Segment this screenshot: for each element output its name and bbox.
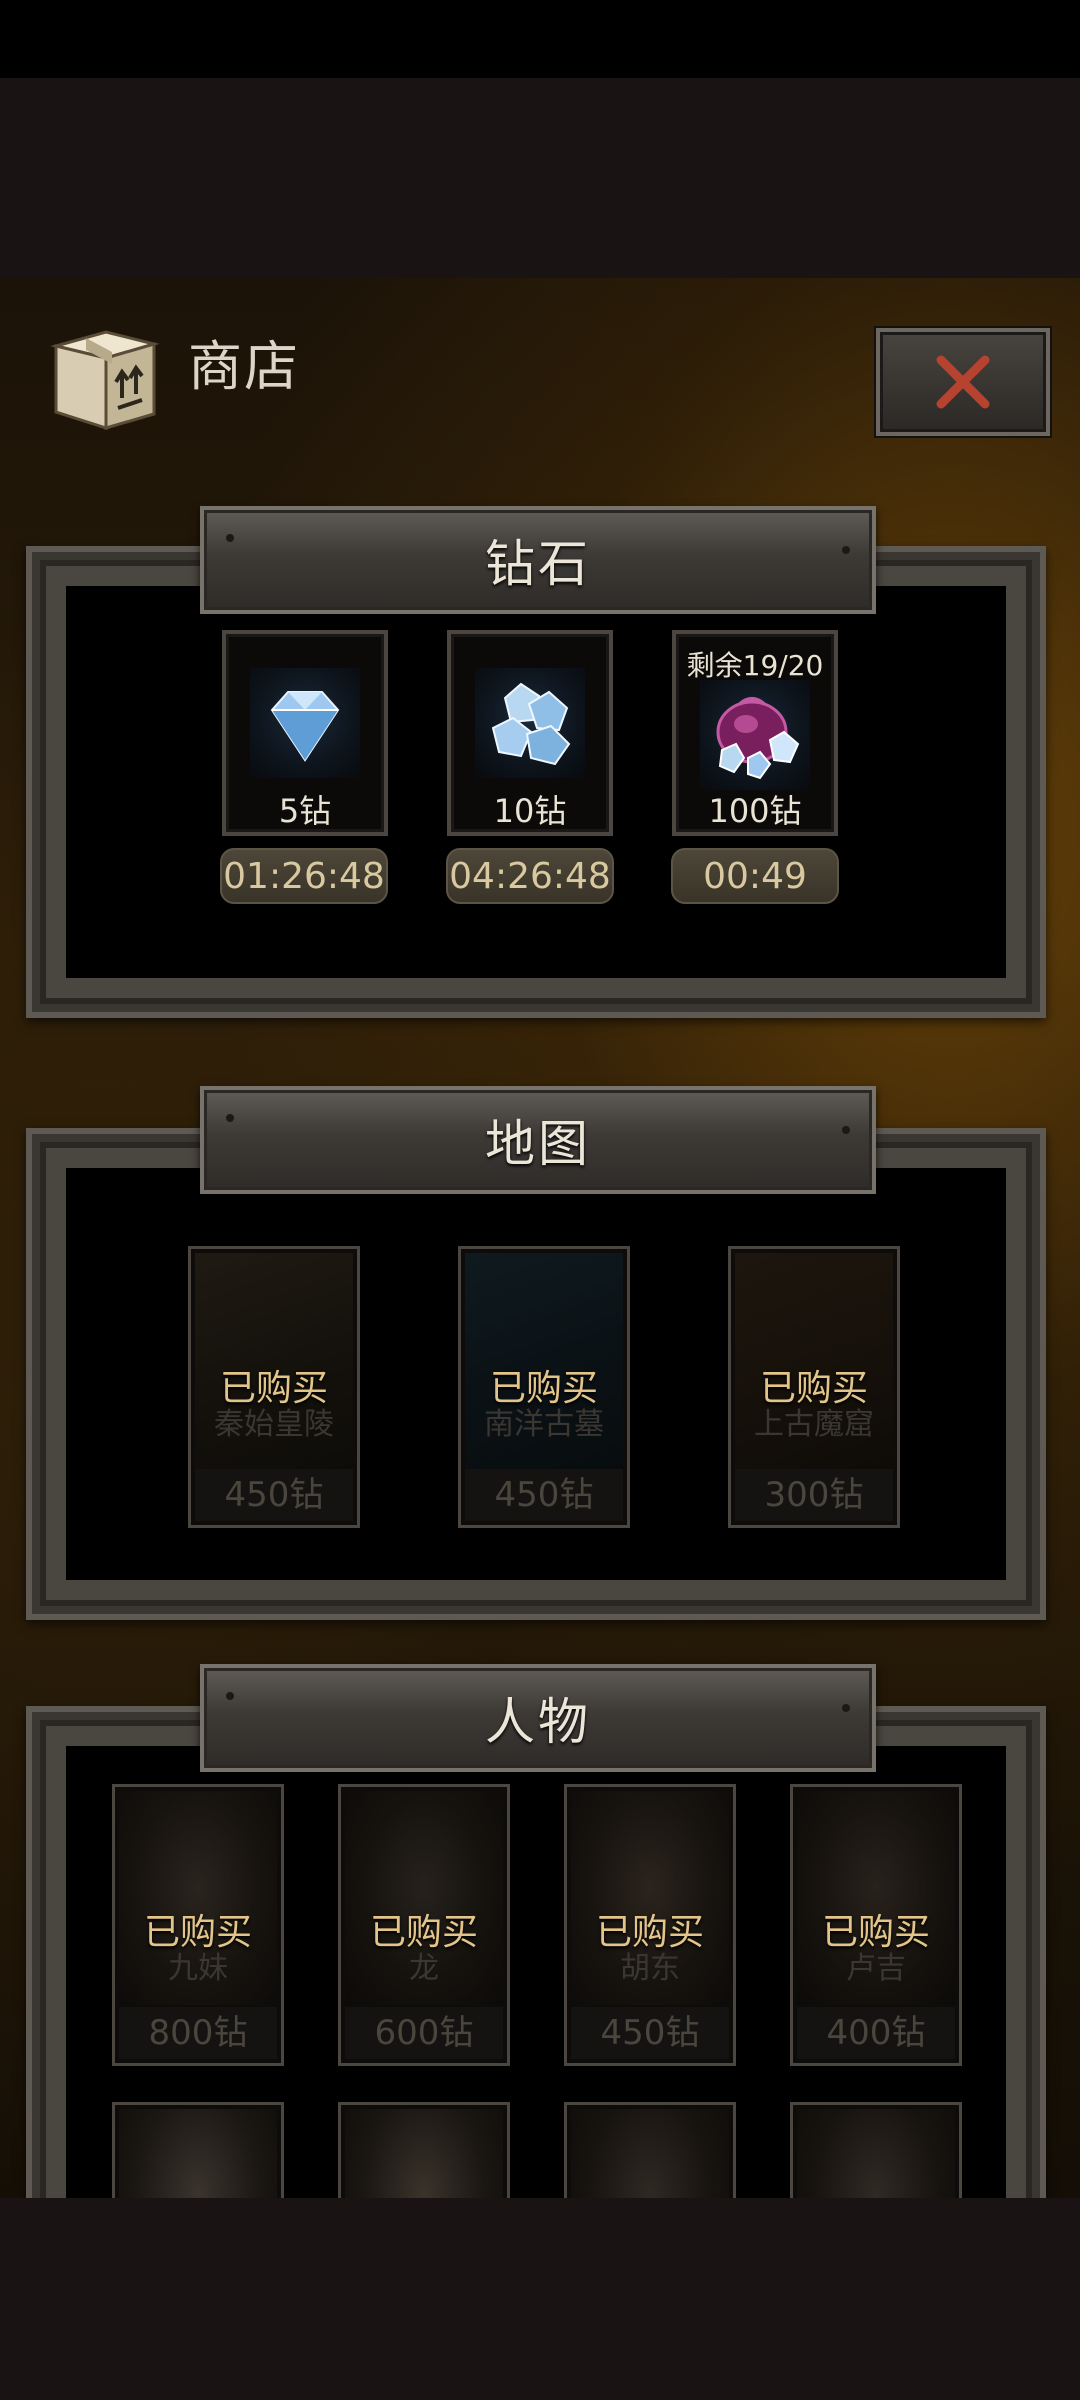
top-backdrop <box>0 78 1080 278</box>
character-card[interactable] <box>564 2102 736 2198</box>
diamond-amount: 5钻 <box>278 792 332 830</box>
map-section-title: 地图 <box>485 1115 591 1173</box>
close-x-icon <box>936 355 990 409</box>
shop-title: 商店 <box>188 335 300 398</box>
map-name: 秦始皇陵 <box>214 1407 334 1442</box>
diamond-section-banner: 钻石 <box>200 506 876 614</box>
diamond-timer: 01:26:48 <box>220 848 388 904</box>
diamond-bag-icon <box>700 680 810 790</box>
character-portrait <box>345 2109 503 2198</box>
single-diamond-icon <box>250 668 360 778</box>
purchase-limit-label: 剩余19/20 <box>686 649 824 682</box>
character-portrait <box>571 2109 729 2198</box>
map-card[interactable]: 已购买 秦始皇陵 450钻 <box>188 1246 360 1528</box>
diamond-section-title: 钻石 <box>485 535 591 593</box>
character-card[interactable]: 已购买 九妹 800钻 <box>112 1784 284 2066</box>
character-card[interactable]: 已购买 龙 600钻 <box>338 1784 510 2066</box>
diamond-timer: 00:49 <box>671 848 839 904</box>
map-section-banner: 地图 <box>200 1086 876 1194</box>
character-card[interactable]: 已购买 卢吉 400钻 <box>790 1784 962 2066</box>
map-card[interactable]: 已购买 上古魔窟 300钻 <box>728 1246 900 1528</box>
character-price: 800钻 <box>119 2007 277 2059</box>
map-price: 300钻 <box>735 1469 893 1521</box>
character-price: 450钻 <box>571 2007 729 2059</box>
character-portrait <box>119 2109 277 2198</box>
character-card[interactable] <box>112 2102 284 2198</box>
bottom-backdrop <box>0 2198 1080 2400</box>
diamond-pack-100[interactable]: 剩余19/20 100钻 <box>672 630 838 836</box>
character-name: 九妹 <box>168 1951 228 1986</box>
map-name: 南洋古墓 <box>484 1407 604 1442</box>
map-name: 上古魔窟 <box>754 1407 874 1442</box>
status-bar <box>0 0 1080 78</box>
diamond-pack-10[interactable]: 10钻 <box>447 630 613 836</box>
character-section-title: 人物 <box>485 1693 591 1751</box>
character-name: 卢吉 <box>846 1951 906 1986</box>
shop-panel: 商店 钻石 5钻 01:26:48 10钻 04:26:48 剩余19/20 1… <box>0 278 1080 2198</box>
character-card[interactable] <box>790 2102 962 2198</box>
character-name: 龙 <box>409 1951 439 1986</box>
character-price: 400钻 <box>797 2007 955 2059</box>
map-price: 450钻 <box>195 1469 353 1521</box>
map-price: 450钻 <box>465 1469 623 1521</box>
diamond-pile-icon <box>475 668 585 778</box>
diamond-amount: 100钻 <box>708 792 802 830</box>
diamond-timer: 04:26:48 <box>446 848 614 904</box>
character-name: 胡东 <box>620 1951 680 1986</box>
shipping-box-icon <box>46 324 162 434</box>
character-price: 600钻 <box>345 2007 503 2059</box>
character-section-banner: 人物 <box>200 1664 876 1772</box>
close-button[interactable] <box>876 328 1050 436</box>
character-card[interactable]: 已购买 胡东 450钻 <box>564 1784 736 2066</box>
diamond-amount: 10钻 <box>493 792 567 830</box>
character-portrait <box>797 2109 955 2198</box>
character-card[interactable] <box>338 2102 510 2198</box>
map-card[interactable]: 已购买 南洋古墓 450钻 <box>458 1246 630 1528</box>
diamond-pack-5[interactable]: 5钻 <box>222 630 388 836</box>
